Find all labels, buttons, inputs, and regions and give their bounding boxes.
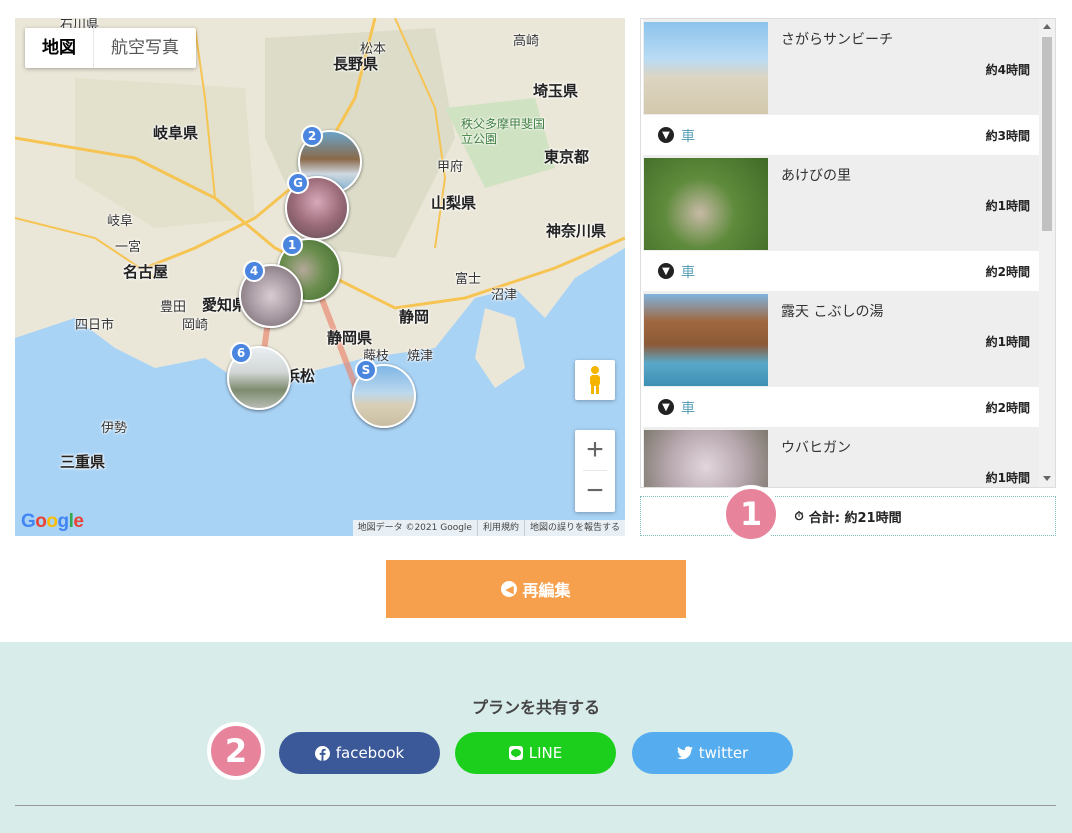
map-label-ise: 伊勢 — [101, 421, 128, 436]
map-label-takasaki: 高崎 — [513, 34, 540, 49]
section-divider — [15, 805, 1056, 806]
route-spot[interactable]: あけびの里 約1時間 — [643, 155, 1040, 251]
share-section: プランを共有する 2 facebook LINE twitter — [0, 642, 1072, 833]
map-pin-badge[interactable]: 4 — [243, 260, 265, 282]
map-label-tokyo: 東京都 — [544, 148, 590, 166]
map-label-kofu: 甲府 — [437, 160, 464, 175]
map-pin-badge[interactable]: 2 — [301, 125, 323, 147]
move-mode: 車 — [681, 129, 695, 145]
map-label-ichinomiya: 一宮 — [115, 240, 142, 255]
map-label-mie: 三重県 — [60, 453, 106, 471]
map-label-saitama: 埼玉県 — [533, 82, 579, 100]
map-label-yokkaichi: 四日市 — [75, 318, 115, 333]
map-label-toyota: 豊田 — [160, 300, 187, 315]
spot-photo — [644, 22, 768, 114]
map-pin-badge[interactable]: 1 — [281, 234, 303, 256]
route-map[interactable]: 石川県 松本 長野県 高崎 埼玉県 岐阜県 秩父多摩甲斐国立公園 東京都 甲府 … — [15, 18, 625, 536]
map-attribution: 地図データ ©2021 Google 利用規約 地図の誤りを報告する — [352, 520, 625, 536]
zoom-out-button[interactable]: − — [575, 471, 615, 511]
twitter-share-button[interactable]: twitter — [632, 732, 793, 774]
spot-photo — [644, 430, 768, 487]
annotation-marker: 2 — [207, 722, 265, 780]
map-label-numazu: 沼津 — [491, 288, 518, 303]
facebook-share-button[interactable]: facebook — [279, 732, 440, 774]
pegman-icon — [590, 366, 600, 394]
spot-name: さがらサンビーチ — [781, 32, 893, 48]
spot-duration: 約1時間 — [985, 335, 1030, 349]
share-title: プランを共有する — [471, 698, 600, 717]
spot-duration: 約4時間 — [985, 63, 1030, 77]
map-label-nagoya: 名古屋 — [123, 263, 169, 281]
chevron-down-icon[interactable]: ▼ — [658, 127, 674, 143]
map-pin-badge[interactable]: G — [287, 172, 309, 194]
spot-duration: 約1時間 — [985, 199, 1030, 213]
line-label: LINE — [528, 744, 563, 762]
move-duration: 約3時間 — [985, 129, 1030, 143]
spot-name: あけびの里 — [781, 168, 851, 184]
map-label-gifu: 岐阜 — [107, 214, 134, 229]
route-list-scrollbar[interactable] — [1039, 19, 1055, 487]
line-share-button[interactable]: LINE — [455, 732, 616, 774]
facebook-icon — [314, 745, 330, 761]
spot-name: 露天 こぶしの湯 — [781, 304, 884, 320]
stopwatch-icon: ⏱ — [794, 508, 804, 523]
scroll-up-icon[interactable] — [1043, 24, 1051, 29]
zoom-control[interactable]: + − — [575, 430, 615, 512]
map-label-kanagawa: 神奈川県 — [546, 222, 607, 240]
total-duration-text: 合計: 約21時間 — [808, 510, 902, 526]
spot-photo — [644, 158, 768, 250]
move-mode: 車 — [681, 265, 695, 281]
chevron-down-icon[interactable]: ▼ — [658, 263, 674, 279]
move-mode: 車 — [681, 401, 695, 417]
route-move[interactable]: ▼ 車 約2時間 — [643, 387, 1040, 427]
map-pin-badge[interactable]: S — [355, 359, 377, 381]
map-type-control[interactable]: 地図 航空写真 — [25, 28, 196, 68]
route-move[interactable]: ▼ 車 約2時間 — [643, 251, 1040, 291]
map-report-link[interactable]: 地図の誤りを報告する — [523, 520, 625, 536]
map-label-fuji: 富士 — [455, 272, 482, 287]
chevron-left-icon: ◀ — [501, 581, 518, 597]
facebook-label: facebook — [335, 744, 405, 762]
re-edit-label: 再編集 — [522, 581, 571, 600]
route-spot[interactable]: さがらサンビーチ 約4時間 — [643, 19, 1040, 115]
chevron-down-icon[interactable]: ▼ — [658, 399, 674, 415]
spot-duration: 約1時間 — [985, 471, 1030, 485]
map-label-shizuoka: 静岡 — [399, 308, 430, 326]
map-label-park: 秩父多摩甲斐国立公園 — [461, 117, 546, 146]
move-duration: 約2時間 — [985, 265, 1030, 279]
spot-photo — [644, 294, 768, 386]
twitter-icon — [676, 746, 693, 760]
map-pin-badge[interactable]: 6 — [230, 342, 252, 364]
re-edit-button[interactable]: ◀ 再編集 — [386, 560, 686, 618]
map-label-yamanashi: 山梨県 — [431, 194, 477, 212]
total-duration: ⏱ 合計: 約21時間 — [640, 496, 1056, 536]
scroll-down-icon[interactable] — [1043, 476, 1051, 481]
twitter-label: twitter — [698, 744, 749, 762]
route-spot[interactable]: 露天 こぶしの湯 約1時間 — [643, 291, 1040, 387]
route-list[interactable]: さがらサンビーチ 約4時間 ▼ 車 約3時間 あけびの里 約1時間 ▼ 車 約2… — [640, 18, 1056, 488]
scroll-thumb[interactable] — [1042, 37, 1052, 231]
map-label-yaizu: 焼津 — [407, 349, 434, 364]
map-label-gifu-pref: 岐阜県 — [153, 124, 199, 142]
route-move[interactable]: ▼ 車 約3時間 — [643, 115, 1040, 155]
route-spot[interactable]: ウバヒガン 約1時間 — [643, 427, 1040, 487]
zoom-in-button[interactable]: + — [575, 430, 615, 470]
street-view-pegman-icon[interactable] — [575, 360, 615, 400]
map-type-map[interactable]: 地図 — [25, 28, 94, 68]
map-label-okazaki: 岡崎 — [182, 318, 209, 333]
map-label-nagano: 長野県 — [333, 55, 379, 73]
spot-name: ウバヒガン — [781, 440, 851, 456]
map-terms-link[interactable]: 利用規約 — [476, 520, 524, 536]
line-icon — [508, 746, 523, 760]
move-duration: 約2時間 — [985, 401, 1030, 415]
map-type-satellite[interactable]: 航空写真 — [94, 28, 196, 68]
map-data-credit: 地図データ ©2021 Google — [357, 523, 472, 533]
google-logo: Google — [21, 511, 84, 532]
annotation-marker: 1 — [722, 485, 780, 543]
